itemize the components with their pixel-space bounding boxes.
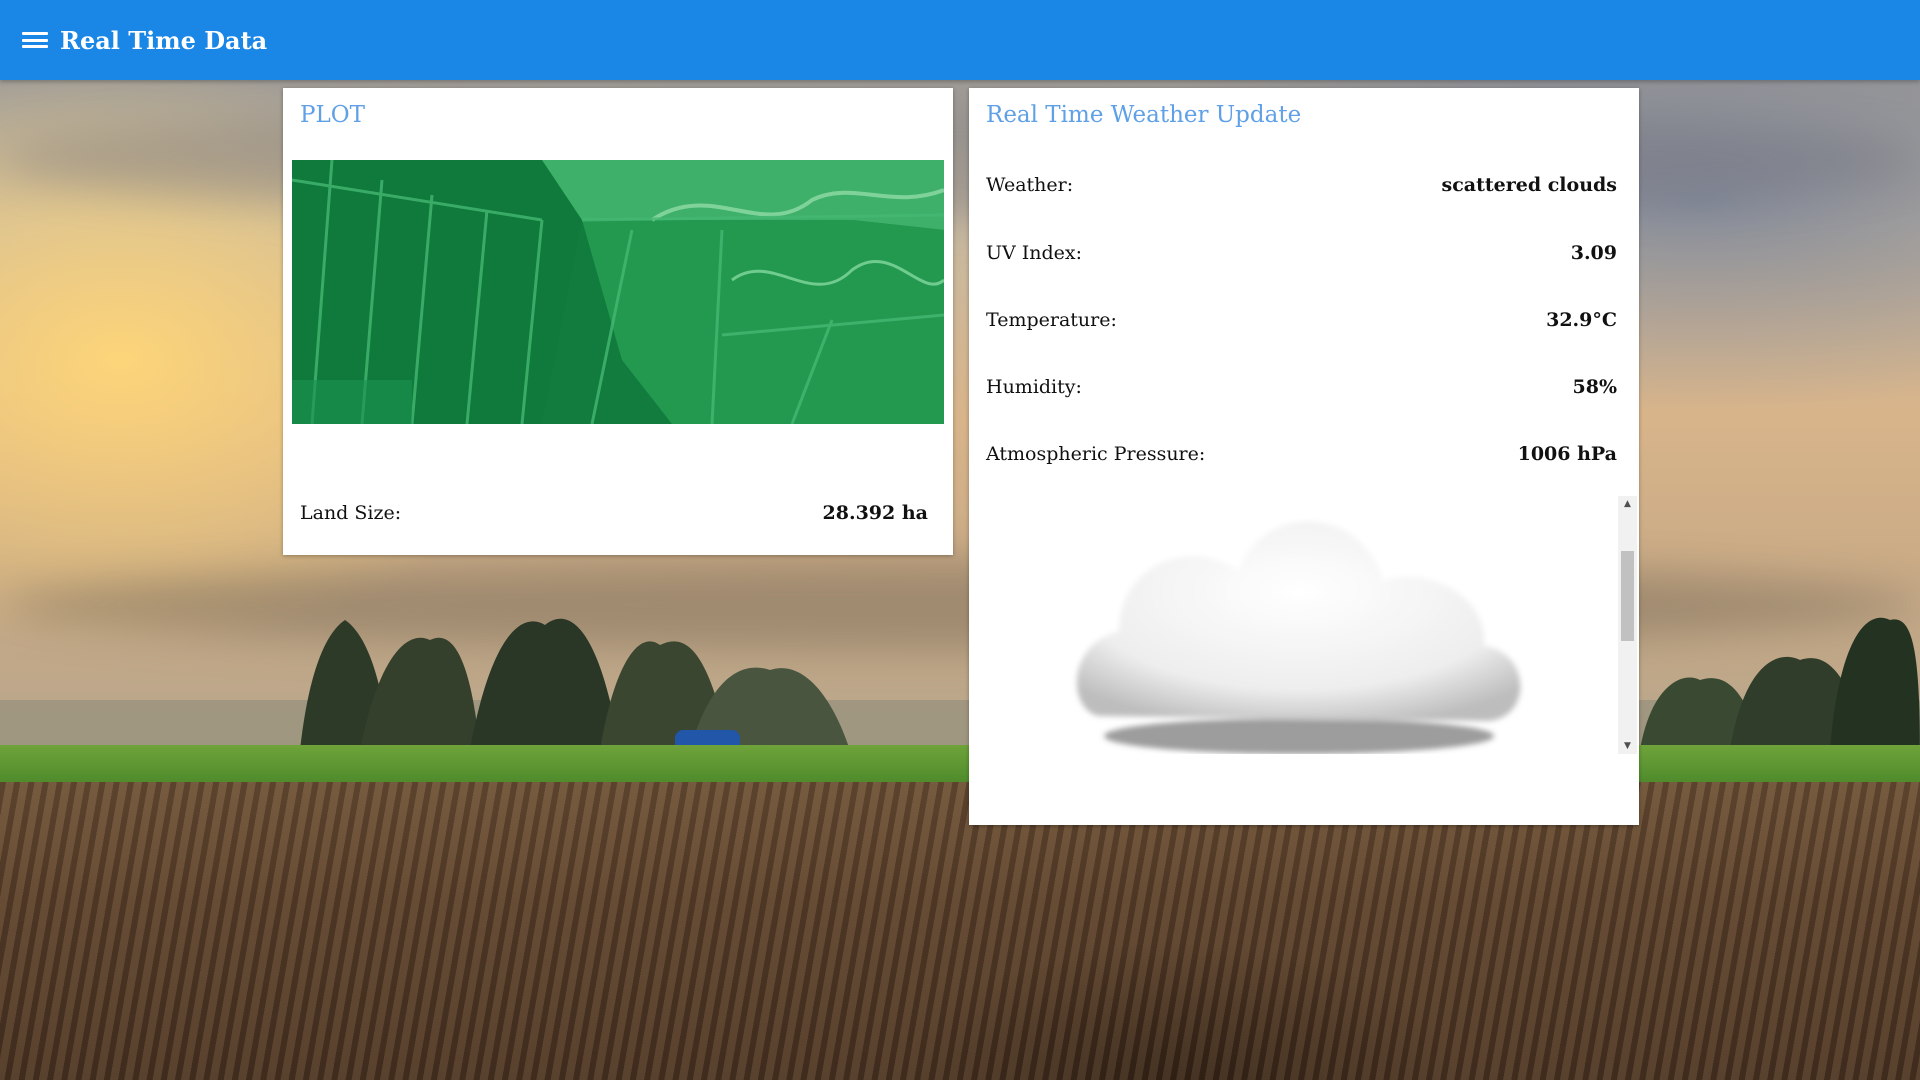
weather-card: Real Time Weather Update Weather: scatte… xyxy=(969,88,1639,825)
land-size-value: 28.392 ha xyxy=(822,502,928,524)
temperature-value: 32.9°C xyxy=(1546,309,1617,331)
land-size-label: Land Size: xyxy=(300,502,402,524)
humidity-row: Humidity: 58% xyxy=(986,376,1617,398)
uv-index-label: UV Index: xyxy=(986,242,1083,264)
scroll-thumb[interactable] xyxy=(1621,551,1634,641)
plot-card-title: PLOT xyxy=(300,102,365,128)
temperature-row: Temperature: 32.9°C xyxy=(986,309,1617,331)
pressure-value: 1006 hPa xyxy=(1517,443,1617,465)
scroll-down-arrow-icon[interactable]: ▼ xyxy=(1618,738,1637,754)
pressure-row: Atmospheric Pressure: 1006 hPa xyxy=(986,443,1617,465)
app-title: Real Time Data xyxy=(60,25,268,55)
weather-card-title: Real Time Weather Update xyxy=(986,102,1302,128)
pressure-label: Atmospheric Pressure: xyxy=(986,443,1206,465)
satellite-plot-image xyxy=(292,160,944,424)
plowed-soil xyxy=(0,782,1920,1080)
plot-map-graphic xyxy=(292,160,944,424)
uv-index-value: 3.09 xyxy=(1570,242,1617,264)
weather-value: scattered clouds xyxy=(1441,174,1617,196)
scroll-up-arrow-icon[interactable]: ▲ xyxy=(1618,496,1637,512)
humidity-label: Humidity: xyxy=(986,376,1082,398)
land-size-row: Land Size: 28.392 ha xyxy=(300,502,928,524)
scrollbar[interactable]: ▲ ▼ xyxy=(1618,496,1637,754)
humidity-value: 58% xyxy=(1572,376,1618,398)
uv-index-row: UV Index: 3.09 xyxy=(986,242,1617,264)
weather-row: Weather: scattered clouds xyxy=(986,174,1617,196)
temperature-label: Temperature: xyxy=(986,309,1117,331)
hamburger-menu-icon[interactable] xyxy=(22,29,48,51)
cloud-icon xyxy=(1076,521,1521,754)
app-bar: Real Time Data xyxy=(0,0,1920,80)
plot-card: PLOT Land Size: 28.392 ha xyxy=(283,88,953,555)
weather-icon-scroll-area[interactable]: ▲ ▼ xyxy=(969,496,1639,754)
weather-label: Weather: xyxy=(986,174,1074,196)
